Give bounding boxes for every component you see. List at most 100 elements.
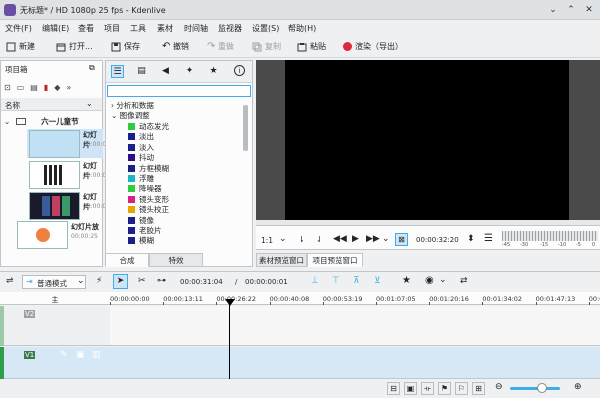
copy-button[interactable]: 复制 [252,40,281,54]
effect-item[interactable]: 镜像 [128,216,154,226]
tab-project-monitor[interactable]: 项目预览窗口 [307,253,363,267]
spacer-tool-icon[interactable]: ⊶ [157,276,166,286]
effect-item[interactable]: 镜头变形 [128,195,169,205]
timecode-spinner-icon[interactable]: ⬍ [467,234,475,244]
monitor-menu-icon[interactable]: ☰ [484,233,493,244]
category-image-adjust[interactable]: ⌄ 图像调整 [111,111,150,121]
show-keyframes-icon[interactable]: ⚐ [455,382,468,395]
track-area-v2[interactable] [110,306,600,346]
track-area-v1[interactable] [110,347,600,379]
menu-settings[interactable]: 设置(S) [252,23,279,34]
bin-folder-row[interactable]: ⌄ 六一儿童节 [4,116,79,127]
effect-item[interactable]: 淡入 [128,143,154,153]
tab-effects[interactable]: 特效 [149,253,203,267]
effect-item[interactable]: 动态发光 [128,122,169,132]
effect-item[interactable]: 老胶片 [128,226,162,236]
new-button[interactable]: 新建 [6,40,35,54]
delete-clip-icon[interactable]: ▮ [44,83,54,92]
undo-button[interactable]: ↶ 撤销 [162,40,189,54]
edit-mode-select[interactable]: ⇥ 普通模式 ⌄ [22,275,86,289]
effects-scrollbar[interactable] [243,105,248,151]
menu-help[interactable]: 帮助(H) [288,23,316,34]
effect-item[interactable]: 淡出 [128,132,154,142]
clip-thumbnail[interactable] [29,130,80,158]
menu-edit[interactable]: 编辑(E) [42,23,69,34]
razor-tool-icon[interactable]: ✂ [138,276,146,286]
redo-button[interactable]: ↷ 重做 [207,40,234,54]
more-icon[interactable]: » [66,83,77,92]
list-view-icon[interactable]: ☰ [111,65,124,78]
zone-icon[interactable]: ◉ [425,275,434,286]
open-button[interactable]: 打开... [56,40,93,54]
scroll-timeline-icon[interactable]: ⊟ [387,382,400,395]
snap-icon[interactable]: ⚡ [96,276,102,286]
tag-icon[interactable]: ◆ [54,83,66,92]
menu-clip[interactable]: 素材 [157,23,173,34]
track-settings-icon[interactable]: ⇌ [6,276,14,286]
fast-forward-icon[interactable]: ▶▶ [366,234,380,244]
effect-item[interactable]: 模糊 [128,236,154,246]
clip-thumbnail[interactable] [29,161,80,189]
effect-item[interactable]: 镜头校正 [128,205,169,215]
show-audio-icon[interactable]: ⟛ [421,382,434,395]
select-tool-icon[interactable]: ➤ [113,274,128,289]
clip-thumbnail[interactable] [29,192,80,220]
tab-composition[interactable]: 合成 [105,253,149,267]
insert-icon[interactable]: ⊥ [311,276,319,286]
track-hide-icon[interactable]: ▣ [76,350,85,360]
custom-effect-icon[interactable]: ✦ [183,65,196,78]
show-thumbnails-icon[interactable]: ▣ [404,382,417,395]
track-lock-icon[interactable]: ▥ [92,350,101,360]
menu-view[interactable]: 查看 [78,23,94,34]
set-out-icon[interactable]: ⇃ [316,235,323,244]
zoom-in-icon[interactable]: ⊕ [574,382,582,392]
track-header-v2[interactable]: V2 [0,306,110,346]
split-view-icon[interactable]: ⊠ [395,233,408,246]
monitor-seek-bar[interactable] [256,220,600,226]
effects-search-input[interactable] [107,85,251,97]
effect-item[interactable]: 抖动 [128,153,154,163]
zoom-select[interactable]: 1:1 [261,236,273,245]
overwrite-icon[interactable]: ⊤ [332,276,340,286]
save-button[interactable]: 保存 [111,40,140,54]
playhead-marker[interactable] [225,299,235,306]
track-header-v1[interactable]: V1 ✎ ▣ ▥ [0,347,110,379]
play-icon[interactable]: ▶ [352,234,359,244]
zoom-slider-handle[interactable] [537,383,547,393]
lift-icon[interactable]: ⊼ [353,276,360,286]
effect-item[interactable]: 方框模糊 [128,164,169,174]
clip-thumbnail[interactable] [17,221,68,249]
render-button[interactable]: 渲染（导出） [343,40,403,54]
zoom-out-icon[interactable]: ⊖ [495,382,503,392]
fit-zoom-icon[interactable]: ⊞ [472,382,485,395]
show-markers-icon[interactable]: ⚑ [438,382,451,395]
close-button[interactable]: ✕ [583,4,595,16]
zoom-slider[interactable] [510,387,560,390]
minimize-button[interactable]: ⌄ [547,4,559,16]
monitor-video[interactable] [285,60,569,220]
menu-timeline[interactable]: 时间轴 [184,23,208,34]
category-analysis[interactable]: › 分析和数据 [111,101,154,111]
zone-chevron-icon[interactable]: ⌄ [439,275,447,285]
play-chevron-icon[interactable]: ⌄ [382,234,390,244]
playhead-line[interactable] [229,304,230,379]
favorite-star-icon[interactable]: ★ [207,65,220,78]
tab-clip-monitor[interactable]: 素材预览窗口 [256,253,307,267]
favorite-effect-icon[interactable]: ★ [402,275,411,286]
video-filter-icon[interactable]: ▤ [135,65,148,78]
info-icon[interactable]: i [234,65,245,76]
timeline-settings-icon[interactable]: ⇄ [460,276,468,286]
menu-file[interactable]: 文件(F) [5,23,32,34]
extract-icon[interactable]: ⊻ [374,276,381,286]
menu-tools[interactable]: 工具 [130,23,146,34]
effect-item[interactable]: 浮雕 [128,174,154,184]
paste-button[interactable]: 粘贴 [297,40,326,54]
menu-project[interactable]: 项目 [104,23,120,34]
zoom-chevron-icon[interactable]: ⌄ [279,234,287,244]
track-effects-icon[interactable]: ✎ [60,350,68,360]
add-clip-icon[interactable]: ▭ [17,83,31,92]
rewind-icon[interactable]: ◀◀ [333,234,347,244]
sort-chevron-icon[interactable]: ⌄ [86,99,93,108]
audio-filter-icon[interactable]: ◀ [159,65,172,78]
bin-menu-icon[interactable]: ⊡ [4,83,17,92]
